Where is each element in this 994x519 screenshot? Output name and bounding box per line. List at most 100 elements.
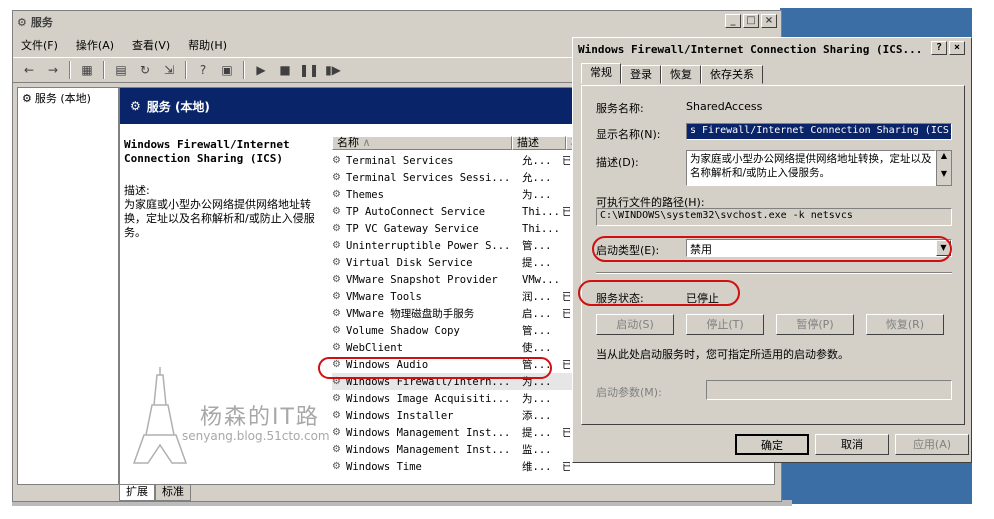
description-scrollbar[interactable]: ▲ ▼ (936, 150, 952, 186)
toolbar-separator (69, 61, 71, 79)
pane-header: ⚙ 服务 (本地) (120, 88, 576, 124)
gear-icon: ⚙ (22, 91, 32, 105)
list-item[interactable]: ⚙ Volume Shadow Copy 管... (332, 322, 582, 339)
maximize-button[interactable]: □ (743, 14, 759, 28)
list-item[interactable]: ⚙ Windows Image Acquisiti... 为... (332, 390, 582, 407)
tree-item-label: 服务 (本地) (34, 92, 91, 105)
pause-service-icon[interactable]: ❚❚ (299, 61, 319, 79)
gear-icon: ⚙ (332, 325, 341, 336)
list-item[interactable]: ⚙ Themes 为... (332, 186, 582, 203)
highlight-oval-startup-type (592, 236, 952, 262)
service-description: 为... (522, 393, 552, 405)
stop-button[interactable]: 停止(T) (686, 314, 764, 335)
service-name-value: SharedAccess (686, 100, 763, 113)
dialog-tabs: 常规 登录 恢复 依存关系 (581, 63, 763, 85)
console-icon[interactable]: ▣ (217, 61, 237, 79)
list-item[interactable]: ⚙ Terminal Services 允... 已 (332, 152, 582, 169)
export-list-icon[interactable]: ⇲ (159, 61, 179, 79)
service-description: 启... (522, 308, 552, 320)
forward-arrow-icon[interactable]: → (43, 61, 63, 79)
service-name: Windows Installer (346, 409, 454, 422)
description-field[interactable]: 为家庭或小型办公网络提供网络地址转换，定址以及名称解析和/或防止入侵服务。 (686, 150, 936, 186)
list-item[interactable]: ⚙ TP VC Gateway Service Thi... (332, 220, 582, 237)
pause-button[interactable]: 暂停(P) (776, 314, 854, 335)
service-name: Windows Image Acquisiti... (346, 392, 511, 405)
startup-hint: 当从此处启动服务时，您可指定所适用的启动参数。 (596, 348, 849, 361)
service-name: Windows Management Inst... (346, 443, 511, 456)
column-name[interactable]: 名称 ∧ (332, 136, 512, 150)
service-name: Terminal Services (346, 154, 454, 167)
cancel-button[interactable]: 取消 (815, 434, 889, 455)
path-field: C:\WINDOWS\system32\svchost.exe -k netsv… (596, 208, 952, 226)
dialog-title: Windows Firewall/Internet Connection Sha… (578, 42, 923, 56)
service-name: Uninterruptible Power S... (346, 239, 511, 252)
list-item[interactable]: ⚙ Windows Installer 添... (332, 407, 582, 424)
service-description: 允... (522, 172, 552, 184)
menu-help[interactable]: 帮助(H) (188, 37, 227, 53)
tree-item-services-local[interactable]: ⚙ 服务 (本地) (22, 90, 91, 106)
service-name: VMware Snapshot Provider (346, 273, 498, 286)
list-item[interactable]: ⚙ VMware Snapshot Provider VMw... (332, 271, 582, 288)
list-item[interactable]: ⚙ Windows Management Inst... 提... 已 (332, 424, 582, 441)
tab-standard[interactable]: 标准 (155, 485, 191, 501)
close-button[interactable]: × (761, 14, 777, 28)
pane-header-title: 服务 (本地) (146, 99, 210, 114)
column-description[interactable]: 描述 (512, 136, 566, 150)
gear-icon: ⚙ (332, 461, 341, 472)
start-service-icon[interactable]: ▶ (251, 61, 271, 79)
stop-service-icon[interactable]: ■ (275, 61, 295, 79)
watermark-url: senyang.blog.51cto.com (182, 429, 330, 443)
gear-icon: ⚙ (332, 308, 341, 319)
service-description: 管... (522, 240, 552, 252)
list-item[interactable]: ⚙ VMware 物理磁盘助手服务 启... 已 (332, 305, 582, 322)
view-tabs: 扩展 标准 (119, 485, 419, 501)
menu-view[interactable]: 查看(V) (132, 37, 170, 53)
list-item[interactable]: ⚙ Virtual Disk Service 提... (332, 254, 582, 271)
list-item[interactable]: ⚙ Windows Time 维... 已 (332, 458, 582, 475)
toolbar-separator (243, 61, 245, 79)
apply-button[interactable]: 应用(A) (895, 434, 969, 455)
menu-file[interactable]: 文件(F) (21, 37, 58, 53)
close-button[interactable]: × (949, 41, 965, 55)
display-name-field[interactable]: s Firewall/Internet Connection Sharing (… (686, 123, 952, 140)
list-item[interactable]: ⚙ Terminal Services Sessi... 允... (332, 169, 582, 186)
list-item[interactable]: ⚙ WebClient 使... (332, 339, 582, 356)
back-arrow-icon[interactable]: ← (19, 61, 39, 79)
service-name-label: 服务名称: (596, 102, 644, 115)
divider (596, 272, 952, 274)
tab-extended[interactable]: 扩展 (119, 485, 155, 501)
service-description: 维... (522, 461, 552, 473)
service-description: 使... (522, 342, 552, 354)
tab-recovery[interactable]: 恢复 (661, 65, 701, 84)
console-tree: ⚙ 服务 (本地) (17, 87, 119, 485)
list-item[interactable]: ⚙ Uninterruptible Power S... 管... (332, 237, 582, 254)
service-description: 管... (522, 325, 552, 337)
tab-general[interactable]: 常规 (581, 63, 621, 84)
tab-dependencies[interactable]: 依存关系 (701, 65, 763, 84)
list-item[interactable]: ⚙ TP AutoConnect Service Thi... 已 (332, 203, 582, 220)
restart-service-icon[interactable]: ▮▶ (323, 61, 343, 79)
properties-icon[interactable]: ▤ (111, 61, 131, 79)
help-button[interactable]: ? (931, 41, 947, 55)
show-tree-icon[interactable]: ▦ (77, 61, 97, 79)
gear-icon: ⚙ (332, 257, 341, 268)
service-description: 润... (522, 291, 552, 303)
service-description: 允... (522, 155, 552, 167)
tab-logon[interactable]: 登录 (621, 65, 661, 84)
list-item[interactable]: ⚙ Windows Management Inst... 监... (332, 441, 582, 458)
dialog-title-bar: Windows Firewall/Internet Connection Sha… (575, 40, 969, 58)
refresh-icon[interactable]: ↻ (135, 61, 155, 79)
help-icon[interactable]: ? (193, 61, 213, 79)
highlight-oval-selected-row (318, 357, 552, 379)
minimize-button[interactable]: _ (725, 14, 741, 28)
list-item[interactable]: ⚙ VMware Tools 润... 已 (332, 288, 582, 305)
gear-icon: ⚙ (332, 172, 341, 183)
service-status: 已 (562, 461, 570, 473)
gear-icon: ⚙ (332, 291, 341, 302)
start-params-field[interactable] (706, 380, 952, 400)
service-name: VMware Tools (346, 290, 422, 303)
ok-button[interactable]: 确定 (735, 434, 809, 455)
resume-button[interactable]: 恢复(R) (866, 314, 944, 335)
menu-action[interactable]: 操作(A) (76, 37, 114, 53)
start-button[interactable]: 启动(S) (596, 314, 674, 335)
